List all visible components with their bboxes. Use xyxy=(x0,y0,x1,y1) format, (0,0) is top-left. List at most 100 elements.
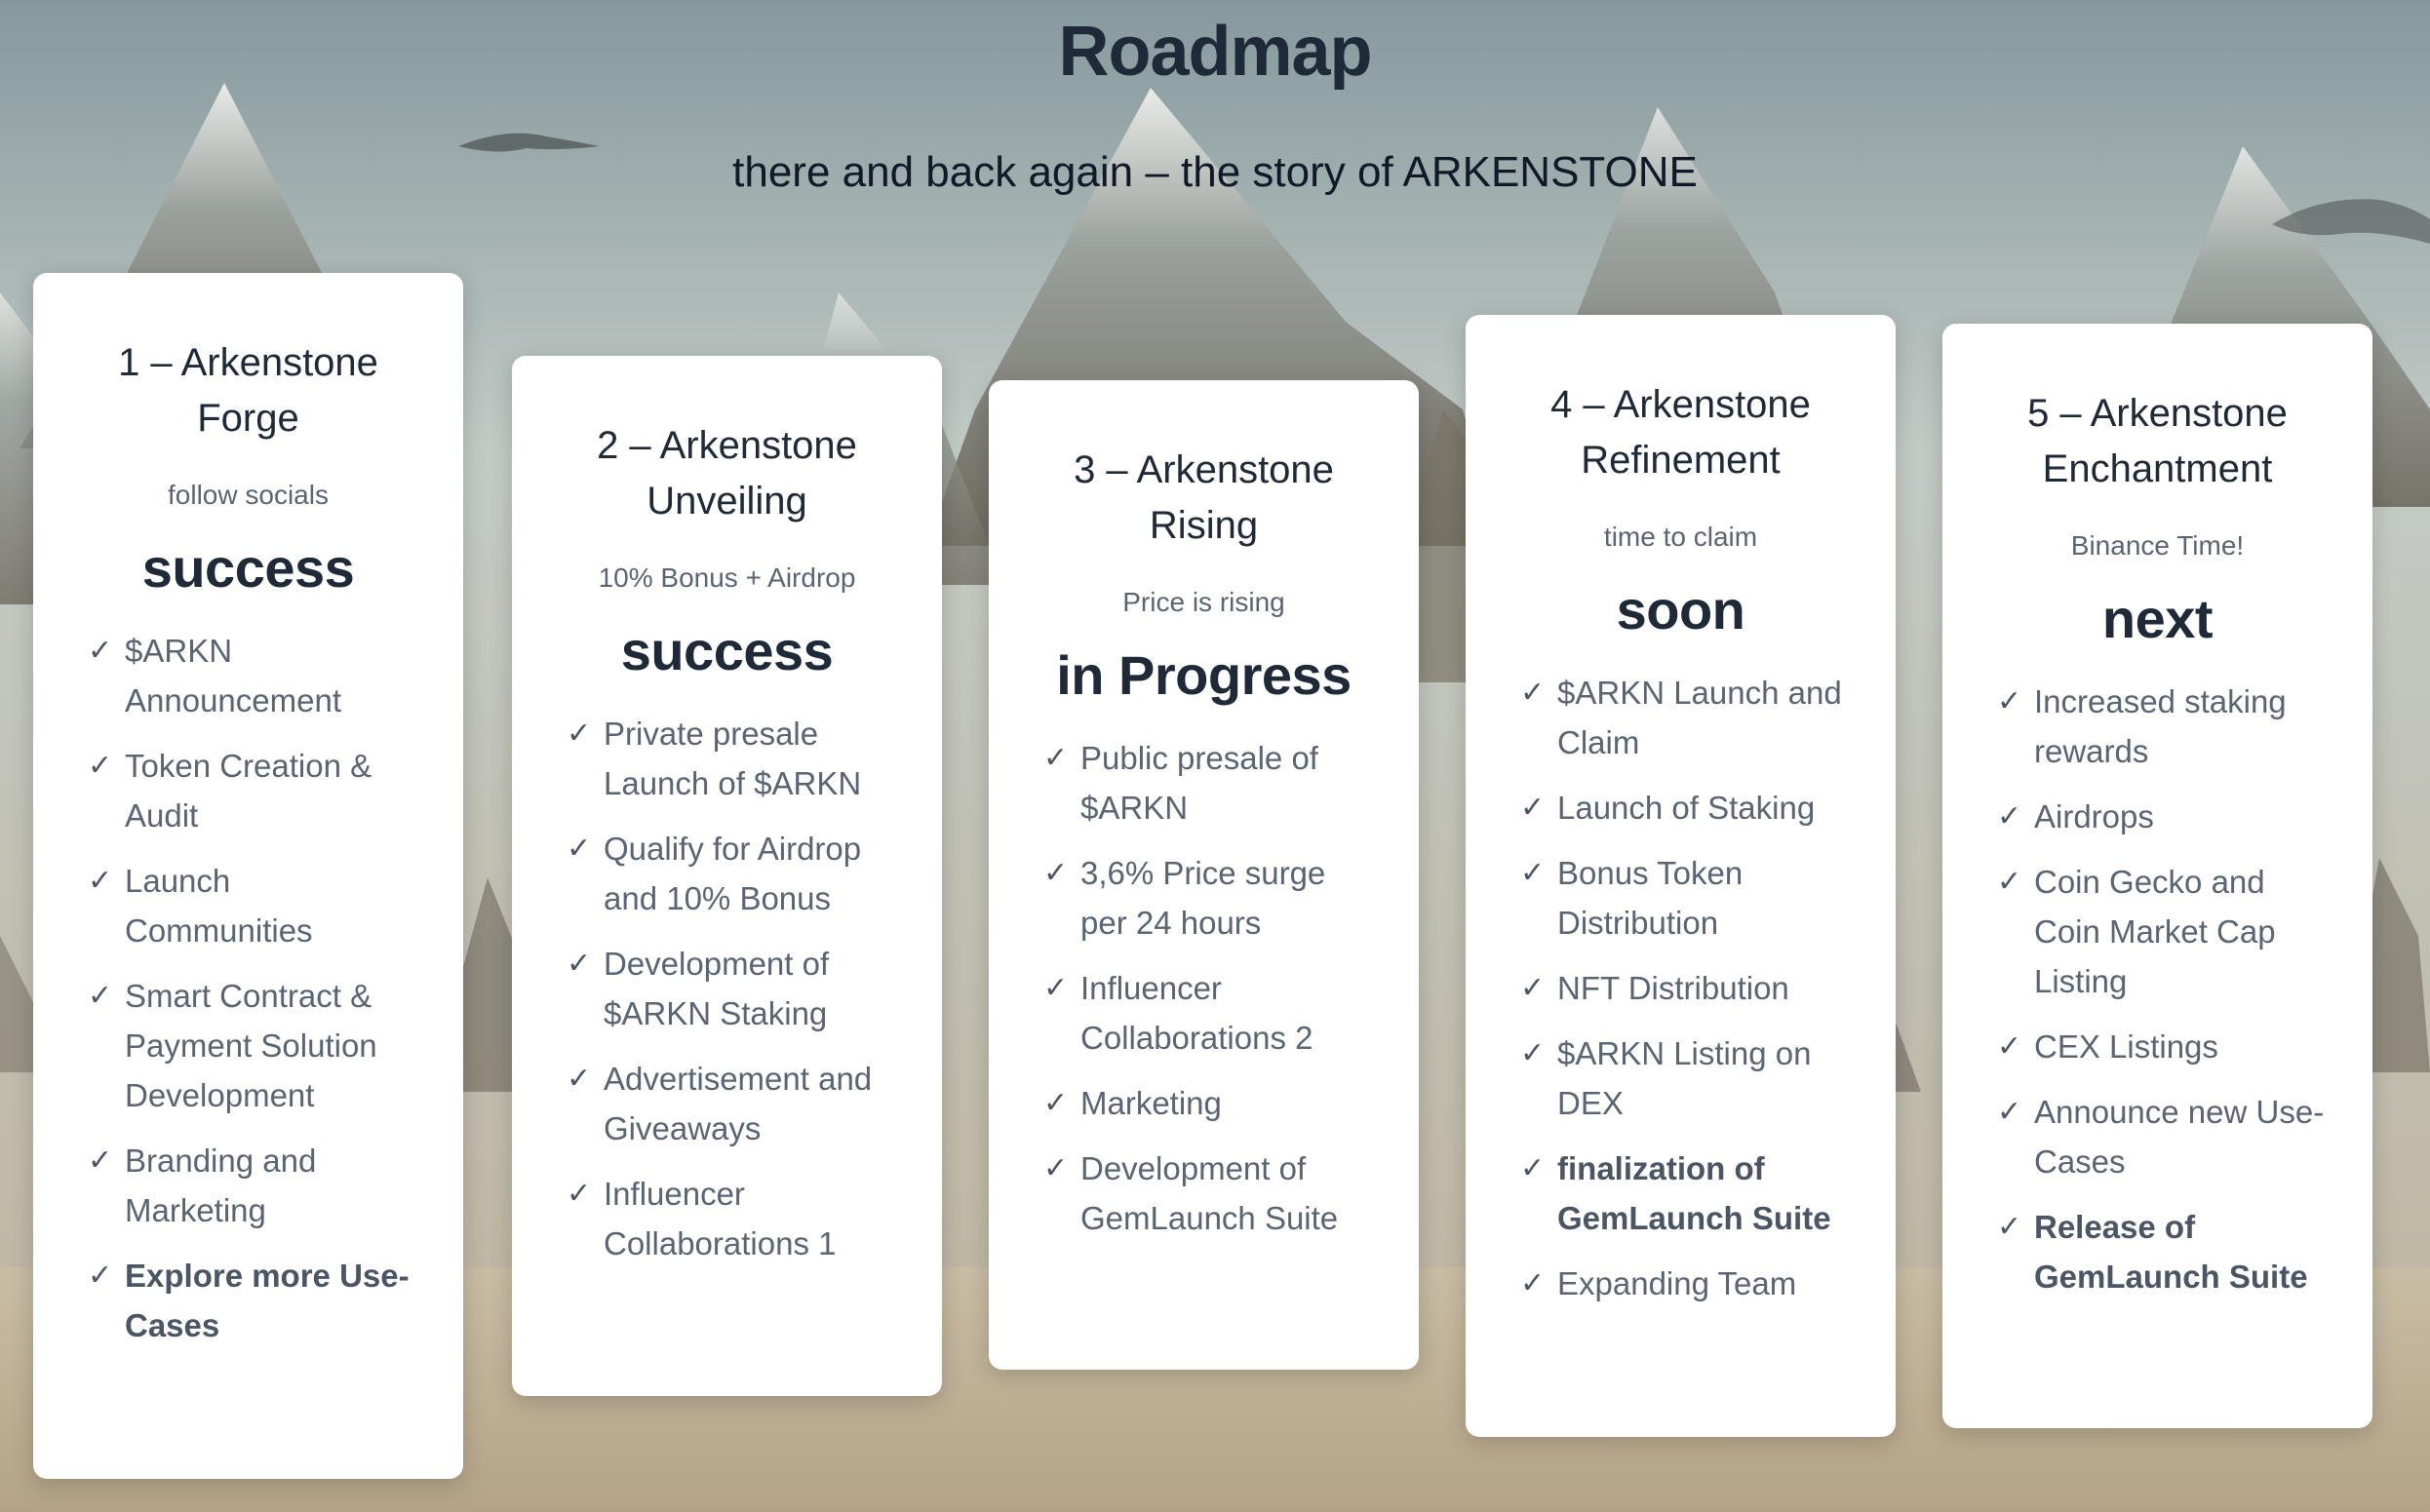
check-icon: ✓ xyxy=(1520,1267,1546,1299)
list-item: ✓ Marketing xyxy=(1043,1078,1380,1128)
list-item: ✓ Advertisement and Giveaways xyxy=(567,1054,903,1153)
check-icon: ✓ xyxy=(567,833,592,865)
list-item-text: Smart Contract & Payment Solution Develo… xyxy=(125,978,377,1113)
list-item-text: Development of $ARKN Staking xyxy=(604,946,830,1031)
list-item: ✓ Public presale of $ARKN xyxy=(1043,733,1380,833)
list-item-text: Marketing xyxy=(1080,1085,1222,1121)
card-subtitle: Binance Time! xyxy=(2070,530,2245,561)
page-subtitle: there and back again – the story of ARKE… xyxy=(732,148,1698,196)
list-item-text: Announce new Use-Cases xyxy=(2034,1094,2325,1180)
list-item: ✓ Expanding Team xyxy=(1520,1259,1857,1308)
check-icon: ✓ xyxy=(88,1144,113,1177)
list-item-text: Influencer Collaborations 1 xyxy=(604,1176,837,1261)
list-item-text: Launch of Staking xyxy=(1557,790,1816,826)
check-icon: ✓ xyxy=(1043,742,1069,774)
check-icon: ✓ xyxy=(1997,1030,2022,1063)
list-item: ✓ Bonus Token Distribution xyxy=(1520,848,1857,948)
list-item-text: Qualify for Airdrop and 10% Bonus xyxy=(604,831,862,916)
roadmap-card-4: 4 – Arkenstone Refinement time to claim … xyxy=(1466,315,1896,1437)
list-item-text: Advertisement and Giveaways xyxy=(604,1061,873,1146)
list-item-text: NFT Distribution xyxy=(1557,970,1789,1006)
card-status: success xyxy=(620,620,834,681)
roadmap-card-5: 5 – Arkenstone Enchantment Binance Time!… xyxy=(1942,324,2372,1428)
list-item: ✓ Smart Contract & Payment Solution Devel… xyxy=(88,971,424,1120)
list-item: ✓ 3,6% Price surge per 24 hours xyxy=(1043,848,1380,948)
list-item-text: Branding and Marketing xyxy=(125,1143,317,1228)
list-item-text: Influencer Collaborations 2 xyxy=(1080,970,1313,1056)
list-item: ✓ Development of GemLaunch Suite xyxy=(1043,1144,1380,1243)
card-title: 3 – Arkenstone Rising xyxy=(1074,448,1334,547)
check-icon: ✓ xyxy=(88,980,113,1012)
list-item: ✓ Launch Communities xyxy=(88,856,424,955)
card-title: 4 – Arkenstone Refinement xyxy=(1550,383,1811,482)
check-icon: ✓ xyxy=(1997,1096,2022,1128)
list-item-text: Bonus Token Distribution xyxy=(1557,855,1744,941)
list-item: ✓ Token Creation & Audit xyxy=(88,741,424,840)
list-item-text: Public presale of $ARKN xyxy=(1080,740,1318,826)
list-item: ✓ Explore more Use-Cases xyxy=(88,1251,424,1350)
check-icon: ✓ xyxy=(1520,972,1546,1004)
check-icon: ✓ xyxy=(1043,972,1069,1004)
check-icon: ✓ xyxy=(1997,1211,2022,1243)
list-item: ✓ Qualify for Airdrop and 10% Bonus xyxy=(567,824,903,923)
check-icon: ✓ xyxy=(567,948,592,980)
list-item: ✓ CEX Listings xyxy=(1997,1022,2333,1071)
list-item-text: finalization of GemLaunch Suite xyxy=(1557,1150,1831,1236)
list-item: ✓ Release of GemLaunch Suite xyxy=(1997,1202,2333,1301)
list-item-text: CEX Listings xyxy=(2034,1028,2218,1065)
card-status: soon xyxy=(1616,579,1745,640)
list-item: ✓ Announce new Use-Cases xyxy=(1997,1087,2333,1186)
list-item: ✓ Development of $ARKN Staking xyxy=(567,939,903,1038)
list-item-text: $ARKN Announcement xyxy=(125,633,341,718)
card-subtitle: Price is rising xyxy=(1122,587,1285,617)
list-item-text: Launch Communities xyxy=(125,863,313,949)
roadmap-card-1: 1 – Arkenstone Forge follow socials succ… xyxy=(33,273,463,1479)
list-item: ✓ $ARKN Announcement xyxy=(88,626,424,725)
list-item-text: Airdrops xyxy=(2034,798,2154,834)
list-item: ✓ Branding and Marketing xyxy=(88,1136,424,1235)
roadmap-card-2: 2 – Arkenstone Unveiling 10% Bonus + Air… xyxy=(512,356,942,1396)
card-title: 5 – Arkenstone Enchantment xyxy=(2027,392,2288,490)
list-item-text: Development of GemLaunch Suite xyxy=(1080,1150,1339,1236)
check-icon: ✓ xyxy=(1043,1087,1069,1119)
check-icon: ✓ xyxy=(1997,866,2022,898)
list-item: ✓ $ARKN Listing on DEX xyxy=(1520,1028,1857,1128)
check-icon: ✓ xyxy=(1997,685,2022,717)
list-item-text: Token Creation & Audit xyxy=(125,748,372,834)
card-item-list: ✓ Private presale Launch of $ARKN ✓ Qualif… xyxy=(512,709,942,1268)
list-item-text: Expanding Team xyxy=(1557,1265,1797,1301)
card-title: 1 – Arkenstone Forge xyxy=(118,341,378,440)
card-subtitle: follow socials xyxy=(168,480,329,510)
list-item-text: $ARKN Launch and Claim xyxy=(1557,675,1842,760)
card-item-list: ✓ Increased staking rewards ✓ Airdrops ✓ Co… xyxy=(1942,677,2372,1301)
check-icon: ✓ xyxy=(88,635,113,667)
card-title: 2 – Arkenstone Unveiling xyxy=(597,424,857,523)
card-subtitle: 10% Bonus + Airdrop xyxy=(598,562,856,593)
list-item-text: Release of GemLaunch Suite xyxy=(2034,1209,2308,1295)
check-icon: ✓ xyxy=(1043,1152,1069,1184)
check-icon: ✓ xyxy=(88,865,113,897)
list-item: ✓ Private presale Launch of $ARKN xyxy=(567,709,903,808)
list-item-text: Increased staking rewards xyxy=(2034,683,2287,769)
check-icon: ✓ xyxy=(88,750,113,782)
card-subtitle: time to claim xyxy=(1603,522,1758,552)
list-item: ✓ $ARKN Launch and Claim xyxy=(1520,668,1857,767)
check-icon: ✓ xyxy=(1520,1037,1546,1069)
card-status: in Progress xyxy=(1056,644,1352,706)
list-item-text: $ARKN Listing on DEX xyxy=(1557,1035,1812,1121)
list-item-text: Private presale Launch of $ARKN xyxy=(604,716,862,801)
check-icon: ✓ xyxy=(567,1178,592,1210)
list-item: ✓ Airdrops xyxy=(1997,792,2333,841)
list-item: ✓ Influencer Collaborations 2 xyxy=(1043,963,1380,1063)
card-item-list: ✓ $ARKN Announcement ✓ Token Creation & Au… xyxy=(33,626,463,1350)
card-item-list: ✓ $ARKN Launch and Claim ✓ Launch of Staki… xyxy=(1466,668,1896,1308)
list-item-text: Coin Gecko and Coin Market Cap Listing xyxy=(2034,864,2276,999)
check-icon: ✓ xyxy=(1520,1152,1546,1184)
check-icon: ✓ xyxy=(567,717,592,750)
check-icon: ✓ xyxy=(88,1260,113,1292)
card-status: success xyxy=(141,537,355,599)
check-icon: ✓ xyxy=(567,1063,592,1095)
page-title: Roadmap xyxy=(1058,13,1372,91)
list-item: ✓ Influencer Collaborations 1 xyxy=(567,1169,903,1268)
list-item-text: 3,6% Price surge per 24 hours xyxy=(1080,855,1326,941)
